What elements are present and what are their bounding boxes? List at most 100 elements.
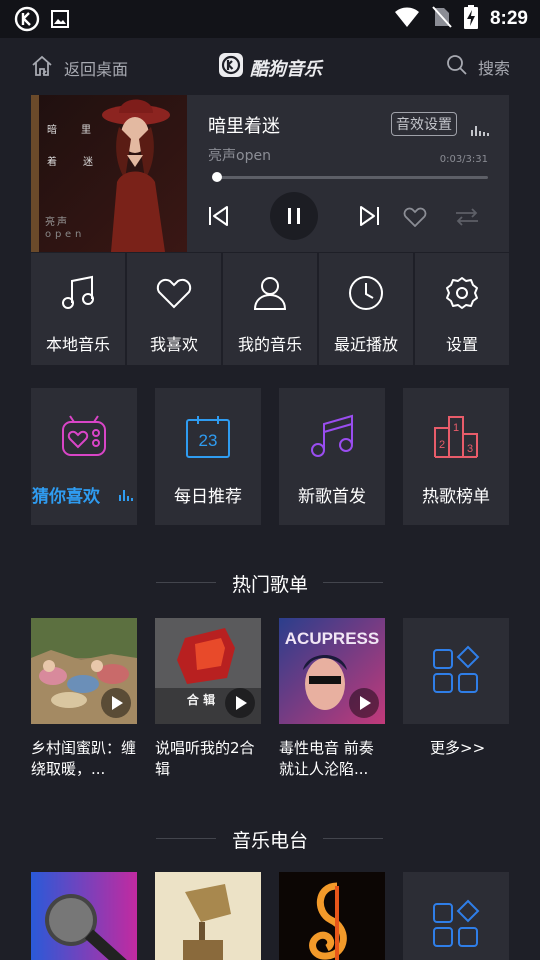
card-daily-picks[interactable]: 23 每日推荐 <box>155 388 261 525</box>
clock-icon <box>346 273 386 317</box>
sound-effects-button[interactable]: 音效设置 <box>391 112 457 136</box>
quick-item-label: 最近播放 <box>333 335 398 354</box>
podium-rank: 2 <box>439 439 445 451</box>
heart-icon <box>403 207 427 228</box>
progress-bar[interactable] <box>211 172 488 182</box>
no-sim-icon <box>432 6 452 32</box>
playlist-tile[interactable]: ACUPRESS <box>279 618 385 724</box>
album-cover[interactable]: 暗 里 着 迷 亮 声 o p e n <box>31 95 187 252</box>
pause-button[interactable] <box>270 192 318 244</box>
section-title: 音乐电台 <box>231 830 308 852</box>
quick-menu: 本地音乐 我喜欢 我的音乐 最近播放 设置 <box>31 253 509 365</box>
quick-item-favorites[interactable]: 我喜欢 <box>127 253 221 365</box>
feature-cards: 猜你喜欢 23 每日推荐 新歌首发 213 热歌榜单 <box>31 388 509 525</box>
quick-item-label: 本地音乐 <box>45 335 110 354</box>
like-button[interactable] <box>403 207 427 231</box>
quick-item-recent[interactable]: 最近播放 <box>319 253 413 365</box>
app-logo: 酷狗音乐 <box>218 52 322 83</box>
play-icon[interactable] <box>101 688 131 718</box>
card-label: 每日推荐 <box>174 487 242 507</box>
cover-text: o <box>45 229 52 240</box>
calendar-day: 23 <box>199 431 218 450</box>
gear-icon <box>442 273 482 317</box>
more-playlists-tile[interactable] <box>403 618 509 724</box>
playlist-caption[interactable]: 说唱听我的2合辑 <box>155 738 261 780</box>
image-notification-icon <box>50 9 70 33</box>
quick-item-label: 我喜欢 <box>149 335 198 354</box>
playlist-tile[interactable] <box>31 618 137 724</box>
kugou-logo-icon <box>218 52 244 83</box>
play-icon[interactable] <box>349 688 379 718</box>
radio-tile[interactable] <box>279 872 385 960</box>
apps-grid-icon <box>433 645 480 693</box>
back-to-desktop-button[interactable]: 返回桌面 <box>30 54 128 82</box>
home-icon <box>30 54 54 82</box>
cover-text: 声 <box>57 217 67 228</box>
radio-cover <box>155 872 261 960</box>
playlist-tile[interactable]: 合 辑 <box>155 618 261 724</box>
previous-icon <box>209 206 228 226</box>
progress-handle[interactable] <box>211 172 222 182</box>
next-track-button[interactable] <box>359 205 381 231</box>
calendar-icon: 23 <box>184 412 232 464</box>
heart-icon <box>154 273 194 317</box>
cover-text: 暗 <box>47 125 57 136</box>
section-hot-playlists: 热门歌单 <box>0 570 540 597</box>
previous-track-button[interactable] <box>207 205 229 231</box>
search-icon <box>446 54 468 80</box>
now-playing-panel: 暗 里 着 迷 亮 声 o p e n 暗里着迷 亮声open 音效设置 0:0… <box>31 95 509 252</box>
cover-text: 迷 <box>83 157 93 168</box>
podium-rank: 3 <box>467 443 473 455</box>
more-radio-tile[interactable] <box>403 872 509 960</box>
quick-item-local-music[interactable]: 本地音乐 <box>31 253 125 365</box>
card-guess-you-like[interactable]: 猜你喜欢 <box>31 388 137 525</box>
radio-tile[interactable] <box>31 872 137 960</box>
app-name: 酷狗音乐 <box>250 58 322 80</box>
radio-cover <box>279 872 385 960</box>
card-label: 新歌首发 <box>298 487 366 507</box>
cover-text: 里 <box>81 125 91 136</box>
playlist-caption[interactable]: 毒性电音 前奏就让人沦陷... <box>279 738 385 780</box>
wifi-icon <box>394 6 420 32</box>
status-bar: 8:29 <box>0 0 540 38</box>
quick-item-my-music[interactable]: 我的音乐 <box>223 253 317 365</box>
battery-charging-icon <box>463 5 478 33</box>
divider <box>156 582 216 583</box>
track-title: 暗里着迷 <box>208 116 280 137</box>
search-button[interactable]: 搜索 <box>446 54 510 80</box>
section-music-radio: 音乐电台 <box>0 826 540 853</box>
playlist-cover-text: 合 辑 <box>187 692 215 707</box>
radio-cover <box>31 872 137 960</box>
cover-text: n <box>75 229 82 240</box>
music-note-icon <box>58 273 98 317</box>
quick-item-label: 我的音乐 <box>237 335 302 354</box>
play-icon[interactable] <box>225 688 255 718</box>
cover-text: p <box>55 229 62 240</box>
playlist-caption[interactable]: 乡村闺蜜趴：缠绕取暖，... <box>31 738 137 780</box>
podium-rank: 1 <box>453 422 459 434</box>
quick-item-settings[interactable]: 设置 <box>415 253 509 365</box>
time-readout: 0:03/3:31 <box>439 154 488 165</box>
card-new-releases[interactable]: 新歌首发 <box>279 388 385 525</box>
user-icon <box>250 273 290 317</box>
apps-grid-icon <box>433 899 480 947</box>
quick-item-label: 设置 <box>445 335 478 354</box>
search-label: 搜索 <box>477 59 510 78</box>
playing-wave-icon <box>119 486 135 505</box>
more-playlists-link[interactable]: 更多>> <box>430 738 536 759</box>
card-top-charts[interactable]: 213 热歌榜单 <box>403 388 509 525</box>
divider <box>156 838 216 839</box>
card-label: 热歌榜单 <box>422 487 490 507</box>
radio-icon <box>60 412 108 464</box>
status-time: 8:29 <box>489 8 528 29</box>
music-notes-icon <box>308 412 356 464</box>
cover-text: 亮 <box>45 217 55 228</box>
top-nav: 返回桌面 酷狗音乐 搜索 <box>0 38 540 96</box>
cover-text: e <box>65 229 72 240</box>
divider <box>323 838 383 839</box>
next-icon <box>360 206 379 226</box>
play-mode-button[interactable] <box>454 207 480 231</box>
radio-tile[interactable] <box>155 872 261 960</box>
podium-icon: 213 <box>432 412 480 464</box>
section-title: 热门歌单 <box>231 574 308 596</box>
